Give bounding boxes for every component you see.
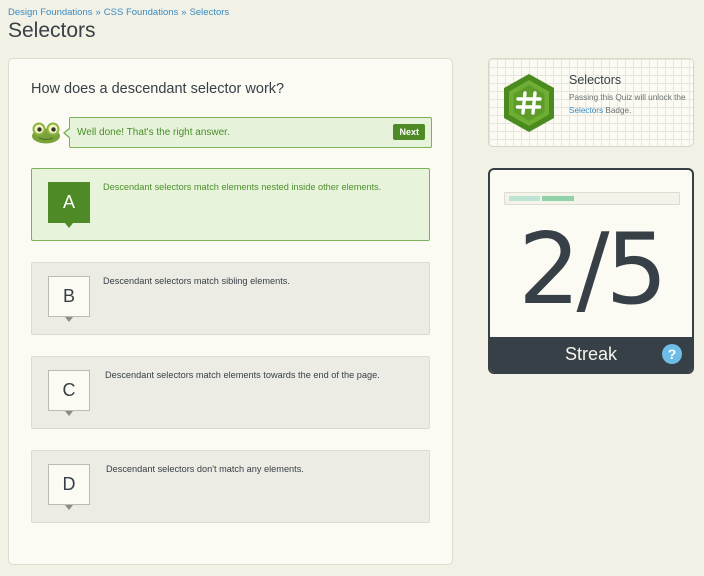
answer-letter-badge: B <box>48 276 90 322</box>
answer-text: Descendant selectors don't match any ele… <box>106 464 304 474</box>
badge-description-text: Passing this Quiz will unlock the <box>569 93 686 102</box>
hash-icon <box>502 73 556 133</box>
answer-letter-badge: A <box>48 182 90 228</box>
badge-card: Selectors Passing this Quiz will unlock … <box>488 58 694 147</box>
streak-progress-bar <box>504 192 680 205</box>
streak-card: 2/5 Streak ? <box>488 168 694 374</box>
breadcrumb-link-design-foundations[interactable]: Design Foundations <box>8 7 93 18</box>
page-title: Selectors <box>8 19 96 42</box>
breadcrumb-separator: » <box>95 7 101 18</box>
streak-value: 2/5 <box>518 213 668 327</box>
badge-link[interactable]: Selectors <box>569 106 603 115</box>
answer-option-d[interactable]: D Descendant selectors don't match any e… <box>31 450 430 523</box>
badge-description: Passing this Quiz will unlock the Select… <box>569 91 689 117</box>
feedback-banner: Well done! That's the right answer. Next <box>63 117 432 148</box>
frog-mascot-icon <box>31 122 61 144</box>
answer-option-b[interactable]: B Descendant selectors match sibling ele… <box>31 262 430 335</box>
answer-text: Descendant selectors match elements towa… <box>105 370 380 380</box>
streak-progress-segment <box>509 196 540 201</box>
answer-option-a[interactable]: A Descendant selectors match elements ne… <box>31 168 430 241</box>
streak-progress-segment <box>542 196 574 201</box>
help-icon[interactable]: ? <box>662 344 682 364</box>
answer-letter-badge: C <box>48 370 90 416</box>
breadcrumb-link-selectors[interactable]: Selectors <box>190 7 230 18</box>
badge-title: Selectors <box>569 73 622 87</box>
answer-text: Descendant selectors match sibling eleme… <box>103 276 290 286</box>
quiz-panel: How does a descendant selector work? Wel… <box>8 58 453 565</box>
answer-text: Descendant selectors match elements nest… <box>103 182 382 192</box>
streak-footer: Streak ? <box>490 337 692 372</box>
answer-option-c[interactable]: C Descendant selectors match elements to… <box>31 356 430 429</box>
breadcrumb-link-css-foundations[interactable]: CSS Foundations <box>104 7 178 18</box>
feedback-message: Well done! That's the right answer. <box>77 127 230 138</box>
quiz-question: How does a descendant selector work? <box>31 81 285 97</box>
badge-description-suffix: Badge. <box>605 106 632 115</box>
breadcrumb: Design Foundations» CSS Foundations» Selec… <box>8 7 229 18</box>
next-button[interactable]: Next <box>393 124 425 140</box>
answer-letter-badge: D <box>48 464 90 510</box>
breadcrumb-separator: » <box>181 7 187 18</box>
